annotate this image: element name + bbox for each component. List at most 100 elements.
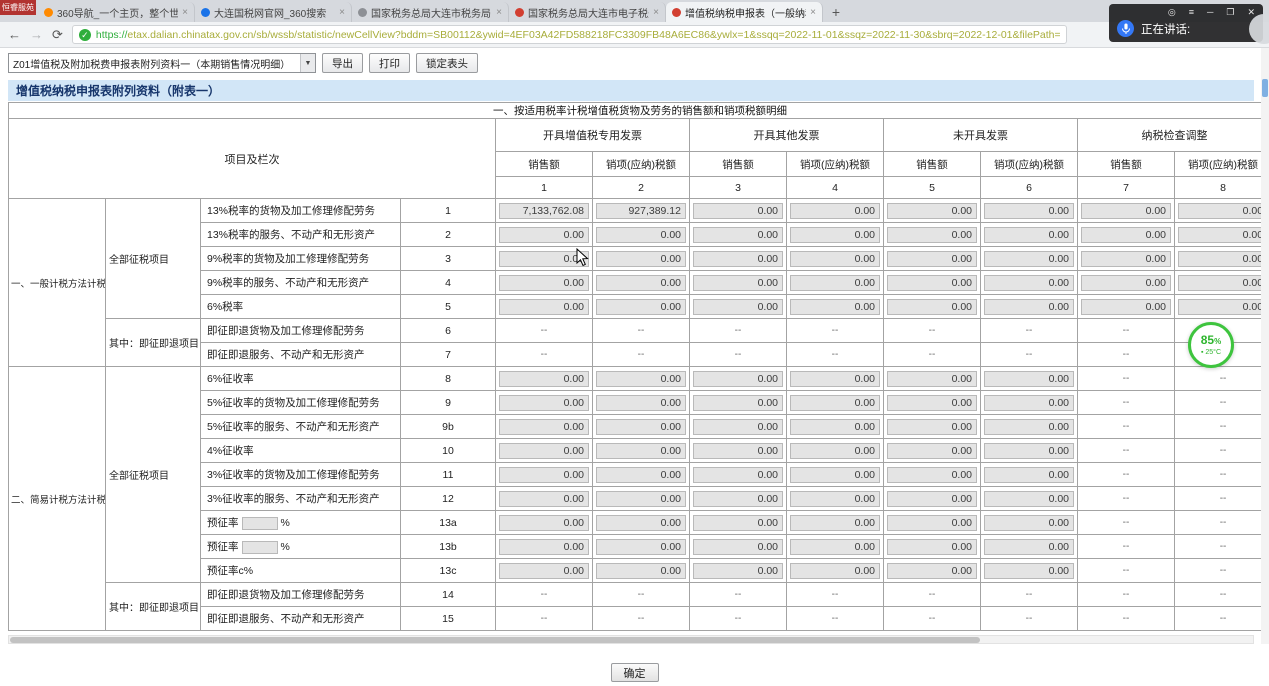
amount-input[interactable]: 0.00 [693, 227, 783, 243]
amount-input[interactable]: 0.00 [887, 251, 977, 267]
refresh-icon[interactable]: ⟳ [52, 28, 63, 41]
maximize-icon[interactable]: ❐ [1226, 6, 1234, 18]
amount-input[interactable]: 0.00 [499, 539, 589, 555]
amount-input[interactable]: 0.00 [887, 491, 977, 507]
amount-input[interactable]: 0.00 [693, 539, 783, 555]
amount-input[interactable]: 0.00 [790, 371, 880, 387]
amount-input[interactable]: 0.00 [596, 563, 686, 579]
browser-tab[interactable]: 国家税务总局大连市电子税务局× [509, 2, 666, 22]
amount-input[interactable]: 0.00 [887, 227, 977, 243]
tab-close-icon[interactable]: × [339, 7, 345, 18]
amount-input[interactable]: 0.00 [790, 299, 880, 315]
amount-input[interactable]: 0.00 [790, 467, 880, 483]
confirm-button[interactable]: 确定 [611, 663, 659, 682]
amount-input[interactable]: 0.00 [693, 467, 783, 483]
amount-input[interactable]: 0.00 [790, 227, 880, 243]
amount-input[interactable]: 0.00 [984, 539, 1074, 555]
amount-input[interactable]: 0.00 [499, 467, 589, 483]
amount-input[interactable]: 0.00 [693, 491, 783, 507]
amount-input[interactable]: 0.00 [887, 419, 977, 435]
amount-input[interactable]: 0.00 [693, 275, 783, 291]
amount-input[interactable]: 0.00 [1178, 227, 1261, 243]
browser-tab[interactable]: 国家税务总局大连市税务局× [352, 2, 509, 22]
amount-input[interactable]: 0.00 [790, 251, 880, 267]
amount-input[interactable]: 0.00 [596, 227, 686, 243]
tab-close-icon[interactable]: × [496, 7, 502, 18]
amount-input[interactable]: 0.00 [596, 491, 686, 507]
hscroll-thumb[interactable] [10, 637, 980, 643]
amount-input[interactable]: 0.00 [596, 395, 686, 411]
amount-input[interactable]: 0.00 [1178, 275, 1261, 291]
amount-input[interactable]: 0.00 [790, 539, 880, 555]
amount-input[interactable]: 0.00 [596, 371, 686, 387]
amount-input[interactable]: 0.00 [693, 251, 783, 267]
amount-input[interactable]: 0.00 [596, 443, 686, 459]
amount-input[interactable]: 0.00 [984, 419, 1074, 435]
performance-ball[interactable]: 85% ▪ 25°C [1188, 322, 1234, 368]
print-button[interactable]: 打印 [369, 53, 410, 73]
amount-input[interactable]: 0.00 [984, 563, 1074, 579]
lock-header-button[interactable]: 锁定表头 [416, 53, 478, 73]
amount-input[interactable]: 0.00 [984, 515, 1074, 531]
amount-input[interactable]: 0.00 [887, 371, 977, 387]
amount-input[interactable]: 0.00 [790, 491, 880, 507]
amount-input[interactable]: 0.00 [499, 299, 589, 315]
amount-input[interactable]: 0.00 [887, 467, 977, 483]
amount-input[interactable]: 0.00 [984, 299, 1074, 315]
amount-input[interactable]: 927,389.12 [596, 203, 686, 219]
amount-input[interactable]: 0.00 [499, 227, 589, 243]
amount-input[interactable]: 0.00 [790, 443, 880, 459]
amount-input[interactable]: 0.00 [596, 275, 686, 291]
amount-input[interactable]: 0.00 [790, 275, 880, 291]
amount-input[interactable]: 0.00 [984, 467, 1074, 483]
amount-input[interactable]: 0.00 [1178, 203, 1261, 219]
minimize-icon[interactable]: ─ [1207, 6, 1213, 18]
amount-input[interactable]: 0.00 [887, 299, 977, 315]
amount-input[interactable]: 0.00 [790, 563, 880, 579]
amount-input[interactable]: 0.00 [499, 419, 589, 435]
amount-input[interactable]: 0.00 [499, 371, 589, 387]
tab-close-icon[interactable]: × [182, 7, 188, 18]
amount-input[interactable]: 0.00 [1081, 227, 1171, 243]
amount-input[interactable]: 0.00 [1178, 299, 1261, 315]
amount-input[interactable]: 0.00 [984, 371, 1074, 387]
report-select[interactable]: Z01增值税及附加税费申报表附列资料一（本期销售情况明细） ▼ [8, 53, 316, 73]
amount-input[interactable]: 0.00 [1081, 251, 1171, 267]
amount-input[interactable]: 0.00 [499, 563, 589, 579]
vertical-scrollbar[interactable] [1261, 48, 1269, 644]
browser-tab[interactable]: 360导航_一个主页，整个世界× [38, 2, 195, 22]
skin-icon[interactable]: ◎ [1168, 6, 1176, 18]
amount-input[interactable]: 0.00 [887, 395, 977, 411]
back-icon[interactable]: ← [8, 28, 21, 41]
amount-input[interactable]: 0.00 [693, 443, 783, 459]
forward-icon[interactable]: → [30, 28, 43, 41]
amount-input[interactable]: 0.00 [693, 419, 783, 435]
amount-input[interactable]: 0.00 [596, 299, 686, 315]
amount-input[interactable]: 0.00 [693, 515, 783, 531]
tab-close-icon[interactable]: × [653, 7, 659, 18]
amount-input[interactable]: 0.00 [1081, 299, 1171, 315]
amount-input[interactable]: 0.00 [984, 251, 1074, 267]
amount-input[interactable]: 0.00 [790, 515, 880, 531]
tab-close-icon[interactable]: × [810, 7, 816, 18]
amount-input[interactable]: 0.00 [887, 539, 977, 555]
amount-input[interactable]: 0.00 [984, 203, 1074, 219]
amount-input[interactable]: 0.00 [596, 515, 686, 531]
amount-input[interactable]: 0.00 [596, 419, 686, 435]
amount-input[interactable]: 0.00 [693, 371, 783, 387]
amount-input[interactable]: 0.00 [887, 275, 977, 291]
amount-input[interactable]: 0.00 [693, 203, 783, 219]
horizontal-scrollbar[interactable] [8, 635, 1254, 644]
amount-input[interactable]: 7,133,762.08 [499, 203, 589, 219]
amount-input[interactable]: 0.00 [790, 395, 880, 411]
address-bar[interactable]: ✓ https://etax.dalian.chinatax.gov.cn/sb… [72, 25, 1067, 44]
amount-input[interactable]: 0.00 [693, 395, 783, 411]
amount-input[interactable]: 0.00 [499, 275, 589, 291]
amount-input[interactable]: 0.00 [693, 299, 783, 315]
amount-input[interactable]: 0.00 [693, 563, 783, 579]
amount-input[interactable]: 0.00 [887, 515, 977, 531]
amount-input[interactable]: 0.00 [887, 203, 977, 219]
amount-input[interactable]: 0.00 [1178, 251, 1261, 267]
amount-input[interactable]: 0.00 [1081, 275, 1171, 291]
amount-input[interactable]: 0.00 [984, 491, 1074, 507]
